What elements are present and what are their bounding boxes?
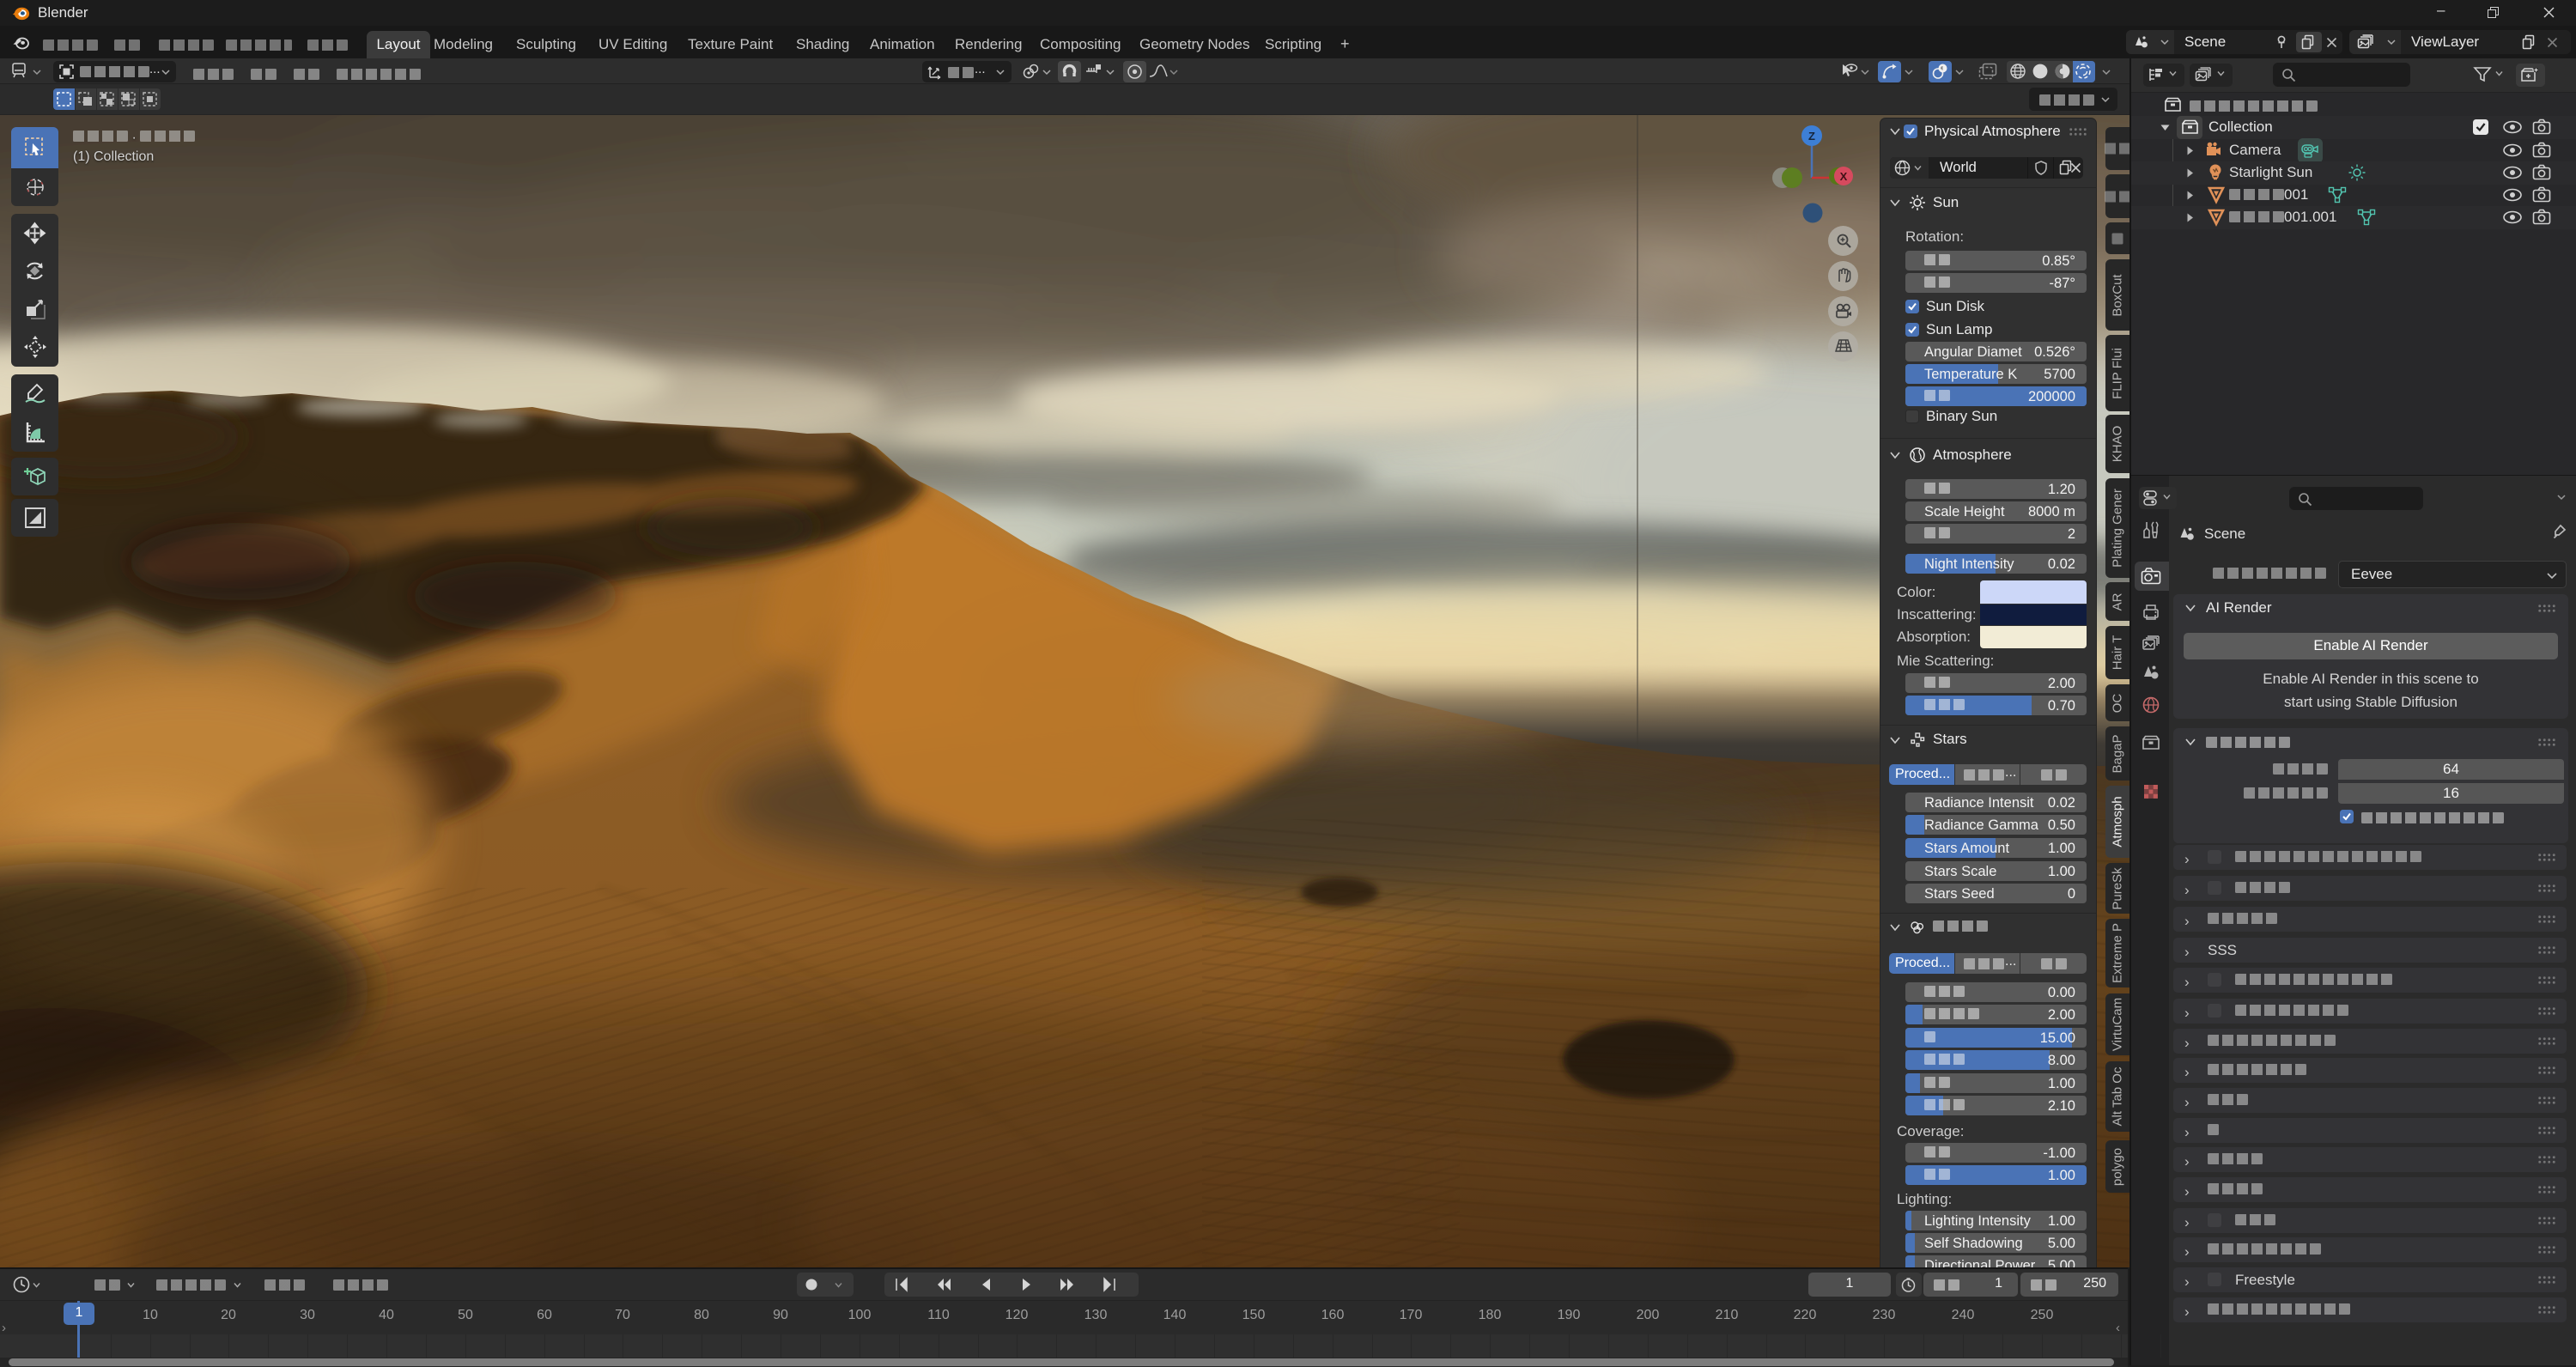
svg-text:Z: Z: [1808, 130, 1815, 143]
svg-text:X: X: [1840, 170, 1848, 183]
